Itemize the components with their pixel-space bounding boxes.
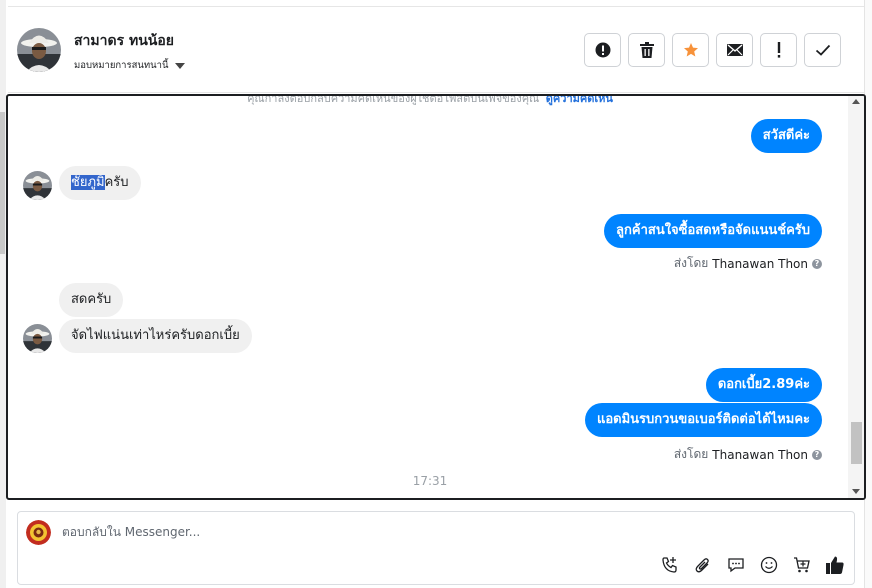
mark-done-button[interactable] bbox=[804, 33, 841, 67]
add-phone-button[interactable] bbox=[659, 554, 681, 576]
star-icon bbox=[683, 43, 698, 57]
paperclip-icon bbox=[695, 558, 709, 573]
message-timestamp: 17:31 bbox=[412, 474, 448, 488]
spam-button[interactable] bbox=[584, 33, 621, 67]
assign-conversation-dropdown[interactable]: มอบหมายการสนทนานี้ bbox=[74, 58, 185, 73]
message-thread[interactable]: คุณกำลังตอบกลับความคิดเห็นของผู้ใช้ต่อโพ… bbox=[6, 94, 866, 500]
question-icon[interactable]: ? bbox=[812, 258, 822, 269]
thumbs-up-icon bbox=[826, 556, 844, 574]
exclamation-icon bbox=[777, 42, 780, 58]
scroll-down-arrow-icon[interactable] bbox=[852, 489, 860, 494]
emoji-button[interactable] bbox=[758, 554, 780, 576]
sent-by-label: ส่งโดย Thanawan Thon ? bbox=[674, 445, 822, 464]
alert-circle-icon bbox=[595, 42, 610, 58]
shop-button[interactable] bbox=[791, 554, 813, 576]
thread-scrollbar-thumb[interactable] bbox=[851, 422, 862, 464]
delete-button[interactable] bbox=[628, 33, 665, 67]
checkmark-icon bbox=[815, 44, 830, 56]
saved-replies-button[interactable] bbox=[725, 554, 747, 576]
phone-add-icon bbox=[662, 557, 677, 573]
envelope-icon bbox=[726, 44, 743, 56]
sent-by-prefix: ส่งโดย bbox=[673, 447, 709, 461]
sender-name: Thanawan Thon bbox=[712, 447, 808, 462]
conversation-actions bbox=[584, 33, 841, 67]
mark-unread-button[interactable] bbox=[716, 33, 753, 67]
message-incoming[interactable]: สดครับ bbox=[59, 283, 124, 317]
saved-reply-icon bbox=[728, 558, 744, 573]
page-scrollbar-thumb[interactable] bbox=[0, 112, 5, 254]
contact-name[interactable]: สามาดร ทนน้อย bbox=[74, 30, 174, 52]
message-outgoing[interactable]: แอดมินรบกวนขอเบอร์ติดต่อได้ไหมคะ bbox=[584, 403, 822, 437]
cart-icon bbox=[794, 557, 810, 573]
conversation-header: สามาดร ทนน้อย มอบหมายการสนทนานี้ bbox=[8, 7, 864, 93]
scroll-up-arrow-icon[interactable] bbox=[852, 99, 860, 104]
message-outgoing[interactable]: สวัสดีค่ะ bbox=[750, 119, 822, 153]
contact-avatar[interactable] bbox=[17, 28, 61, 72]
reply-input[interactable] bbox=[62, 525, 562, 539]
page-avatar bbox=[26, 520, 51, 545]
star-button[interactable] bbox=[672, 33, 709, 67]
message-text: ครับ bbox=[104, 175, 129, 190]
reply-composer bbox=[17, 511, 855, 585]
follow-up-button[interactable] bbox=[760, 33, 797, 67]
notice-text: คุณกำลังตอบกลับความคิดเห็นของผู้ใช้ต่อโพ… bbox=[247, 94, 540, 105]
attach-button[interactable] bbox=[692, 554, 714, 576]
like-button[interactable] bbox=[824, 554, 846, 576]
view-comment-link[interactable]: ดูความคิดเห็น bbox=[546, 96, 613, 105]
question-icon[interactable]: ? bbox=[812, 449, 822, 460]
composer-tools bbox=[659, 554, 846, 576]
contact-avatar-small[interactable] bbox=[23, 171, 52, 200]
message-incoming[interactable]: จัดไฟแน่นเท่าไหร่ครับดอกเบี้ย bbox=[59, 319, 252, 353]
sent-by-prefix: ส่งโดย bbox=[673, 256, 709, 270]
comment-notice: คุณกำลังตอบกลับความคิดเห็นของผู้ใช้ต่อโพ… bbox=[8, 94, 852, 107]
trash-icon bbox=[639, 42, 654, 58]
contact-avatar-small[interactable] bbox=[23, 324, 52, 353]
emoji-icon bbox=[760, 556, 778, 574]
message-outgoing[interactable]: ลูกค้าสนใจซื้อสดหรือจัดแนนช์ครับ bbox=[604, 214, 822, 248]
sender-name: Thanawan Thon bbox=[712, 256, 808, 271]
assign-label: มอบหมายการสนทนานี้ bbox=[74, 60, 169, 71]
message-incoming[interactable]: ชัยภูมิครับ bbox=[59, 166, 141, 200]
sent-by-label: ส่งโดย Thanawan Thon ? bbox=[674, 254, 822, 273]
thread-scrollbar[interactable] bbox=[848, 96, 864, 498]
selected-text: ชัยภูมิ bbox=[71, 175, 105, 190]
message-outgoing[interactable]: ดอกเบี้ย2.89ค่ะ bbox=[705, 368, 822, 402]
chevron-down-icon bbox=[174, 62, 185, 69]
